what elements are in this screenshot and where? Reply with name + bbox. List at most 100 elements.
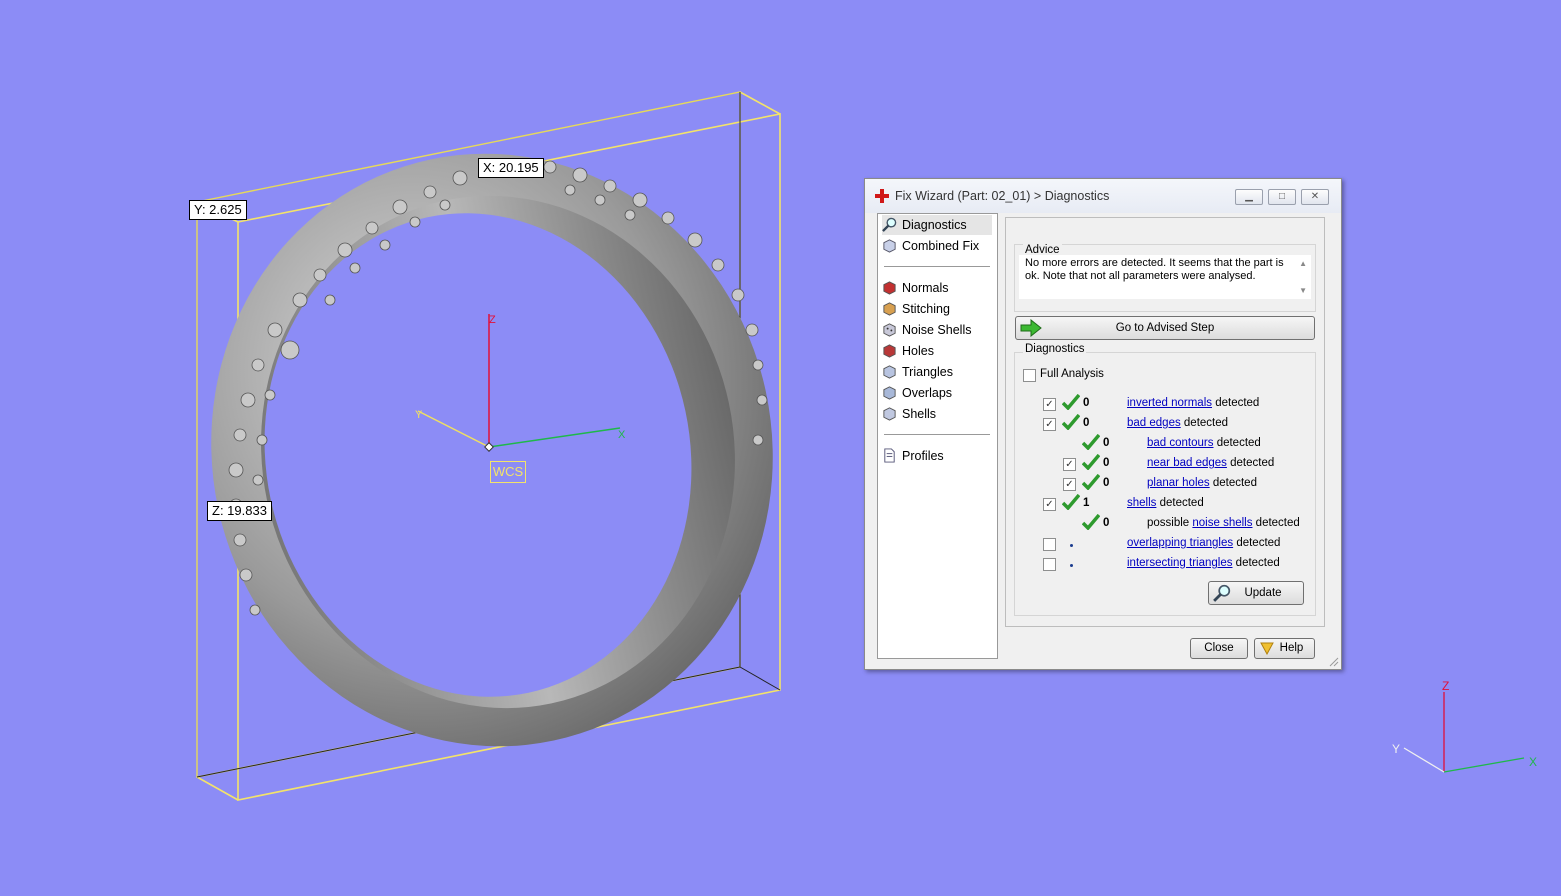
corner-z-axis-label: Z [1442,679,1449,693]
overlapping-triangles-link[interactable]: overlapping triangles [1127,537,1233,549]
nav-item-profiles[interactable]: Profiles [882,446,992,466]
inverted-normals-count: 0 [1083,397,1090,409]
nav-item-combined-fix[interactable]: Combined Fix [882,236,992,256]
row-suffix: detected [1209,477,1257,489]
noise-shells-icon [883,323,896,337]
planar-holes-link[interactable]: planar holes [1147,477,1210,489]
nav-separator [884,434,990,435]
near-bad-edges-link[interactable]: near bad edges [1147,457,1227,469]
row-suffix: detected [1180,417,1229,429]
intersecting-triangles-checkbox[interactable] [1043,558,1056,571]
full-analysis-checkbox[interactable] [1023,369,1036,382]
row-suffix: detected [1212,397,1260,409]
advice-text: No more errors are detected. It seems th… [1025,257,1284,282]
row-suffix: detected [1252,517,1300,529]
bad-contours-link[interactable]: bad contours [1147,437,1214,449]
diagnostics-page: Advice No more errors are detected. It s… [1005,217,1325,627]
bad-contours-text: bad contours detected [1147,437,1261,449]
bad-edges-link[interactable]: bad edges [1127,417,1181,429]
noise-shells-text: possible noise shells detected [1147,517,1300,529]
green-arrow-icon [1020,319,1042,337]
minimize-button[interactable]: ▁ [1235,189,1263,205]
diagnostics-group-title: Diagnostics [1023,343,1087,355]
triangles-icon [883,365,896,379]
inverted-normals-link[interactable]: inverted normals [1127,397,1212,409]
near-bad-edges-count: 0 [1103,457,1110,469]
dialog-titlebar[interactable]: Fix Wizard (Part: 02_01) > Diagnostics ▁… [865,179,1341,213]
magnifier-icon [882,217,897,232]
shells-icon [883,407,896,421]
overlapping-triangles-text: overlapping triangles detected [1127,537,1280,549]
shells-text: shells detected [1127,497,1204,509]
help-button[interactable]: Help [1254,638,1315,659]
pending-dot [1070,544,1073,547]
nav-item-label: Diagnostics [902,218,967,232]
row-suffix: detected [1233,537,1281,549]
red-cross-icon [875,189,889,203]
close-window-button[interactable]: ✕ [1301,189,1329,205]
nav-item-label: Noise Shells [902,323,972,337]
go-to-advised-step-label: Go to Advised Step [1115,322,1215,334]
planar-holes-text: planar holes detected [1147,477,1257,489]
wizard-nav-panel: Diagnostics Combined Fix Normals Stitchi… [877,213,998,659]
full-analysis-label: Full Analysis [1040,368,1104,380]
advice-text-box: No more errors are detected. It seems th… [1019,255,1311,299]
nav-item-stitching[interactable]: Stitching [882,299,992,319]
resize-grip-icon[interactable] [1327,655,1339,667]
row-suffix: detected [1232,557,1280,569]
advice-group: Advice No more errors are detected. It s… [1014,244,1316,312]
maximize-button[interactable]: □ [1268,189,1296,205]
nav-item-shells[interactable]: Shells [882,404,992,424]
nav-separator [884,266,990,267]
shells-count: 1 [1083,497,1090,509]
update-label: Update [1244,587,1282,599]
ring-model[interactable] [156,101,827,798]
magnifier-icon [1213,584,1231,602]
near-bad-edges-text: near bad edges detected [1147,457,1274,469]
planar-holes-count: 0 [1103,477,1110,489]
update-button[interactable]: Update [1208,581,1304,605]
near-bad-edges-checkbox[interactable]: ✓ [1063,458,1076,471]
stitching-icon [883,302,896,316]
normals-icon [883,281,896,295]
nav-item-label: Triangles [902,365,953,379]
nav-item-diagnostics[interactable]: Diagnostics [882,215,992,235]
inverted-normals-checkbox[interactable]: ✓ [1043,398,1056,411]
nav-item-overlaps[interactable]: Overlaps [882,383,992,403]
planar-holes-checkbox[interactable]: ✓ [1063,478,1076,491]
scroll-up-arrow[interactable]: ▲ [1299,257,1307,270]
wcs-label: WCS [490,461,526,483]
cube-icon [883,239,896,253]
nav-item-label: Shells [902,407,937,421]
row-suffix: detected [1226,457,1275,469]
green-check-icon [1062,414,1080,430]
bad-edges-checkbox[interactable]: ✓ [1043,418,1056,431]
row-suffix: detected [1156,497,1204,509]
help-funnel-icon [1260,642,1274,655]
intersecting-triangles-text: intersecting triangles detected [1127,557,1280,569]
shells-checkbox[interactable]: ✓ [1043,498,1056,511]
help-label: Help [1279,642,1304,654]
noise-shells-link[interactable]: noise shells [1192,517,1252,529]
overlapping-triangles-checkbox[interactable] [1043,538,1056,551]
green-check-icon [1082,434,1100,450]
go-to-advised-step-button[interactable]: Go to Advised Step [1015,316,1315,340]
inverted-normals-text: inverted normals detected [1127,397,1259,409]
scroll-down-arrow[interactable]: ▼ [1299,284,1307,297]
intersecting-triangles-link[interactable]: intersecting triangles [1127,557,1232,569]
nav-item-normals[interactable]: Normals [882,278,992,298]
fix-wizard-dialog: Fix Wizard (Part: 02_01) > Diagnostics ▁… [864,178,1342,670]
close-button[interactable]: Close [1190,638,1248,659]
shells-link[interactable]: shells [1127,497,1156,509]
row-suffix: detected [1213,437,1261,449]
corner-x-axis-label: X [1529,755,1537,769]
z-dimension-label: Z: 19.833 [207,501,272,521]
nav-item-holes[interactable]: Holes [882,341,992,361]
y-dimension-label: Y: 2.625 [189,200,247,220]
row-prefix: possible [1147,517,1193,529]
pending-dot [1070,564,1073,567]
corner-y-axis-label: Y [1392,742,1400,756]
nav-item-triangles[interactable]: Triangles [882,362,992,382]
nav-item-noise-shells[interactable]: Noise Shells [882,320,992,340]
wcs-y-axis-label: Y [415,409,423,421]
